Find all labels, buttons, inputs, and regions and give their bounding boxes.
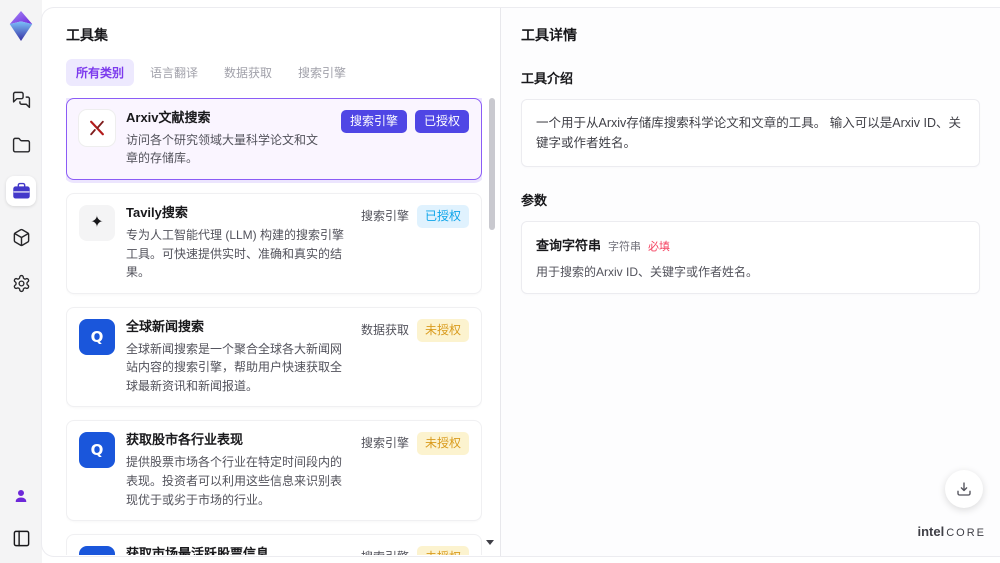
content-area: 工具集 所有类别 语言翻译 数据获取 搜索引擎 Arxiv文献搜索 访问各个研究领域大… [42, 8, 1000, 556]
tool-intro-text: 一个用于从Arxiv存储库搜索科学论文和文章的工具。 输入可以是Arxiv ID… [536, 116, 962, 150]
tool-card[interactable]: Q 获取市场最活跃股票信息 提供当天交易量最高的股票列表。投资者可以利用这些信息… [66, 534, 482, 555]
detail-title: 工具详情 [521, 27, 577, 43]
auth-status-badge: 未授权 [416, 546, 469, 555]
intel-core-logo: intel core [917, 523, 986, 541]
intro-heading: 工具介绍 [521, 71, 574, 86]
tool-name: 全球新闻搜索 [126, 318, 205, 334]
tools-panel: 工具集 所有类别 语言翻译 数据获取 搜索引擎 Arxiv文献搜索 访问各个研究领域大… [42, 8, 500, 556]
tool-description: 专为人工智能代理 (LLM) 构建的搜索引擎工具。可快速提供实时、准确和真实的结… [126, 227, 345, 280]
params-heading: 参数 [521, 193, 548, 208]
sidebar [0, 0, 42, 563]
tool-name: 获取股市各行业表现 [126, 432, 244, 448]
sparkle-icon: ✦ [79, 205, 115, 242]
tool-description: 提供股票市场各个行业在特定时间段内的表现。投资者可以利用这些信息来识别表现优于或… [126, 455, 343, 507]
category-tag: 搜索引擎 [340, 110, 407, 133]
tool-description: 全球新闻搜索是一个聚合全球各大新闻网站内容的搜索引擎，帮助用户快速获取全球最新资… [126, 341, 343, 393]
tab-0[interactable]: 所有类别 [66, 59, 135, 86]
intel-logo-text: intel [917, 524, 945, 539]
tool-name: Arxiv文献搜索 [126, 110, 211, 125]
scroll-down-arrow-icon[interactable] [486, 540, 494, 545]
category-tabs: 所有类别 语言翻译 数据获取 搜索引擎 [66, 59, 500, 86]
tab-2[interactable]: 数据获取 [214, 59, 282, 86]
news-search-icon: Q [79, 432, 115, 469]
panel-toggle-icon[interactable] [6, 523, 36, 553]
category-tag: 搜索引擎 [361, 546, 409, 555]
package-icon[interactable] [6, 222, 36, 252]
auth-status-badge: 已授权 [414, 110, 469, 133]
news-search-icon: Q [79, 546, 115, 555]
tool-card[interactable]: Q 获取股市各行业表现 提供股票市场各个行业在特定时间段内的表现。投资者可以利用… [66, 420, 482, 522]
tool-detail-panel: 工具详情 工具介绍 一个用于从Arxiv存储库搜索科学论文和文章的工具。 输入可… [500, 8, 1000, 556]
tab-3[interactable]: 搜索引擎 [288, 59, 356, 86]
download-icon [957, 482, 971, 496]
core-logo-text: core [946, 527, 986, 539]
category-tag: 搜索引擎 [360, 209, 409, 224]
param-type: 字符串 [608, 241, 642, 253]
auth-status-badge: 未授权 [416, 432, 469, 456]
tool-name: Tavily搜索 [126, 205, 188, 221]
category-tag: 数据获取 [360, 322, 409, 337]
auth-status-badge: 未授权 [416, 318, 469, 342]
sidebar-bottom [6, 481, 36, 553]
tab-1[interactable]: 语言翻译 [140, 59, 208, 86]
news-search-icon: Q [79, 318, 115, 355]
tool-list: Arxiv文献搜索 访问各个研究领域大量科学论文和文章的存储库。 搜索引擎 已授… [66, 98, 482, 555]
toolbox-icon[interactable] [6, 176, 36, 206]
arxiv-icon [79, 110, 115, 146]
sidebar-nav [6, 84, 36, 298]
tool-name: 获取市场最活跃股票信息 [126, 546, 270, 555]
category-tag: 搜索引擎 [360, 436, 409, 451]
scrollbar-thumb[interactable] [489, 98, 495, 230]
tool-card[interactable]: Arxiv文献搜索 访问各个研究领域大量科学论文和文章的存储库。 搜索引擎 已授… [66, 98, 482, 181]
param-name: 查询字符串 [536, 238, 602, 253]
page-title: 工具集 [66, 27, 108, 43]
folder-icon[interactable] [6, 130, 36, 160]
tool-card[interactable]: Q 全球新闻搜索 全球新闻搜索是一个聚合全球各大新闻网站内容的搜索引擎，帮助用户… [66, 306, 482, 408]
settings-icon[interactable] [6, 268, 36, 298]
auth-status-badge: 已授权 [416, 205, 469, 228]
user-icon[interactable] [6, 481, 36, 511]
gem-logo-icon[interactable] [6, 10, 36, 42]
chat-icon[interactable] [6, 84, 36, 114]
param-required-badge: 必填 [648, 241, 671, 253]
tool-card[interactable]: ✦ Tavily搜索 专为人工智能代理 (LLM) 构建的搜索引擎工具。可快速提… [66, 193, 482, 294]
tool-description: 访问各个研究领域大量科学论文和文章的存储库。 [126, 132, 319, 166]
param-description: 用于搜索的Arxiv ID、关键字或作者姓名。 [536, 265, 759, 279]
download-button[interactable] [945, 470, 983, 508]
